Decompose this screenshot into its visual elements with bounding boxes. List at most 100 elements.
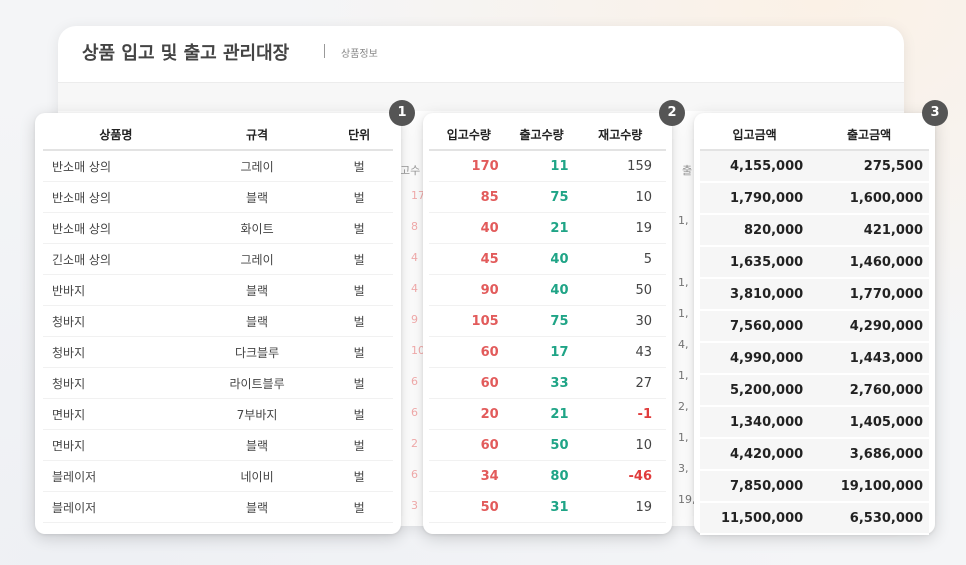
in-amount-cell: 4,990,000 xyxy=(700,342,810,375)
table-row: 4,990,000 1,443,000 xyxy=(700,342,929,375)
stock-qty-cell: -46 xyxy=(574,460,666,492)
out-amount-cell: 421,000 xyxy=(809,214,929,247)
table-row: 7,560,000 4,290,000 xyxy=(700,310,929,343)
out-qty-cell: 33 xyxy=(508,367,575,399)
table-row: 반소매 상의 블랙 벌 xyxy=(43,181,393,213)
spec-cell: 블랙 xyxy=(188,429,326,461)
table-row: 170 11 159 xyxy=(429,150,666,182)
unit-cell: 벌 xyxy=(325,491,393,523)
out-qty-cell: 80 xyxy=(508,460,575,492)
quantity-card: 입고수량 출고수량 재고수량 170 11 159 85 75 10 40 21 19 45 40 5… xyxy=(423,113,672,534)
in-qty-cell: 60 xyxy=(429,367,509,399)
unit-cell: 벌 xyxy=(325,150,393,182)
unit-cell: 벌 xyxy=(325,460,393,492)
table-row: 60 33 27 xyxy=(429,367,666,399)
product-info-card: 상품명 규격 단위 반소매 상의 그레이 벌 반소매 상의 블랙 벌 반소매 상의 화이트 벌 긴… xyxy=(35,113,401,534)
section-number-badge: 2 xyxy=(659,100,685,126)
out-qty-cell: 31 xyxy=(508,491,575,523)
out-amount-cell: 1,770,000 xyxy=(809,278,929,311)
unit-cell: 벌 xyxy=(325,429,393,461)
sheet-header: 상품 입고 및 출고 관리대장 상품정보 xyxy=(58,26,904,83)
out-amount-cell: 1,405,000 xyxy=(809,406,929,439)
header-spec: 규격 xyxy=(188,119,326,151)
table-row: 40 21 19 xyxy=(429,212,666,244)
table-row: 105 75 30 xyxy=(429,305,666,337)
out-qty-cell: 21 xyxy=(508,398,575,430)
bg-column-header: 출 xyxy=(682,164,693,177)
out-qty-cell: 17 xyxy=(508,336,575,368)
unit-cell: 벌 xyxy=(325,398,393,430)
in-amount-cell: 4,420,000 xyxy=(700,438,810,471)
unit-cell: 벌 xyxy=(325,212,393,244)
out-amount-cell: 19,100,000 xyxy=(809,470,929,503)
spec-cell: 그레이 xyxy=(188,243,326,275)
table-row: 7,850,000 19,100,000 xyxy=(700,470,929,503)
product-name-cell: 반바지 xyxy=(43,274,189,306)
product-name-cell: 청바지 xyxy=(43,336,189,368)
table-row: 청바지 블랙 벌 xyxy=(43,305,393,337)
in-qty-cell: 85 xyxy=(429,181,509,213)
in-amount-cell: 3,810,000 xyxy=(700,278,810,311)
in-qty-cell: 60 xyxy=(429,336,509,368)
table-row: 청바지 다크블루 벌 xyxy=(43,336,393,368)
in-qty-cell: 105 xyxy=(429,305,509,337)
out-amount-cell: 1,443,000 xyxy=(809,342,929,375)
table-row: 5,200,000 2,760,000 xyxy=(700,374,929,407)
spec-cell: 7부바지 xyxy=(188,398,326,430)
spec-cell: 네이비 xyxy=(188,460,326,492)
in-qty-cell: 34 xyxy=(429,460,509,492)
out-qty-cell: 11 xyxy=(508,150,575,182)
sheet-title: 상품 입고 및 출고 관리대장 xyxy=(82,43,290,64)
product-name-cell: 블레이저 xyxy=(43,491,189,523)
in-amount-cell: 11,500,000 xyxy=(700,502,810,535)
header-stock-qty: 재고수량 xyxy=(574,119,666,151)
header-out-qty: 출고수량 xyxy=(508,119,575,151)
in-amount-cell: 1,790,000 xyxy=(700,182,810,215)
header-unit: 단위 xyxy=(325,119,393,151)
table-row: 90 40 50 xyxy=(429,274,666,306)
product-name-cell: 반소매 상의 xyxy=(43,212,189,244)
header-out-amount: 출고금액 xyxy=(809,119,929,151)
table-row: 3,810,000 1,770,000 xyxy=(700,278,929,311)
spec-cell: 그레이 xyxy=(188,150,326,182)
unit-cell: 벌 xyxy=(325,305,393,337)
in-amount-cell: 4,155,000 xyxy=(700,150,810,183)
table-row: 11,500,000 6,530,000 xyxy=(700,502,929,535)
out-amount-cell: 3,686,000 xyxy=(809,438,929,471)
unit-cell: 벌 xyxy=(325,336,393,368)
product-name-cell: 청바지 xyxy=(43,367,189,399)
table-header-row: 입고금액 출고금액 xyxy=(700,119,929,151)
out-qty-cell: 75 xyxy=(508,305,575,337)
sheet-subtitle: 상품정보 xyxy=(341,49,378,60)
table-row: 60 17 43 xyxy=(429,336,666,368)
table-row: 반소매 상의 화이트 벌 xyxy=(43,212,393,244)
table-row: 20 21 -1 xyxy=(429,398,666,430)
table-row: 45 40 5 xyxy=(429,243,666,275)
in-amount-cell: 7,850,000 xyxy=(700,470,810,503)
table-row: 4,155,000 275,500 xyxy=(700,150,929,183)
in-amount-cell: 5,200,000 xyxy=(700,374,810,407)
out-amount-cell: 4,290,000 xyxy=(809,310,929,343)
unit-cell: 벌 xyxy=(325,367,393,399)
stock-qty-cell: 19 xyxy=(574,491,666,523)
table-row: 면바지 블랙 벌 xyxy=(43,429,393,461)
table-row: 1,790,000 1,600,000 xyxy=(700,182,929,215)
spec-cell: 화이트 xyxy=(188,212,326,244)
out-qty-cell: 75 xyxy=(508,181,575,213)
in-qty-cell: 40 xyxy=(429,212,509,244)
stock-qty-cell: -1 xyxy=(574,398,666,430)
product-name-cell: 긴소매 상의 xyxy=(43,243,189,275)
table-row: 820,000 421,000 xyxy=(700,214,929,247)
in-amount-cell: 1,635,000 xyxy=(700,246,810,279)
sheet-header-band xyxy=(58,83,904,111)
unit-cell: 벌 xyxy=(325,181,393,213)
in-amount-cell: 1,340,000 xyxy=(700,406,810,439)
table-row: 50 31 19 xyxy=(429,491,666,523)
stock-qty-cell: 19 xyxy=(574,212,666,244)
product-name-cell: 반소매 상의 xyxy=(43,150,189,182)
table-row: 1,340,000 1,405,000 xyxy=(700,406,929,439)
product-name-cell: 블레이저 xyxy=(43,460,189,492)
in-qty-cell: 20 xyxy=(429,398,509,430)
section-number-badge: 1 xyxy=(389,100,415,126)
header-in-amount: 입고금액 xyxy=(700,119,810,151)
